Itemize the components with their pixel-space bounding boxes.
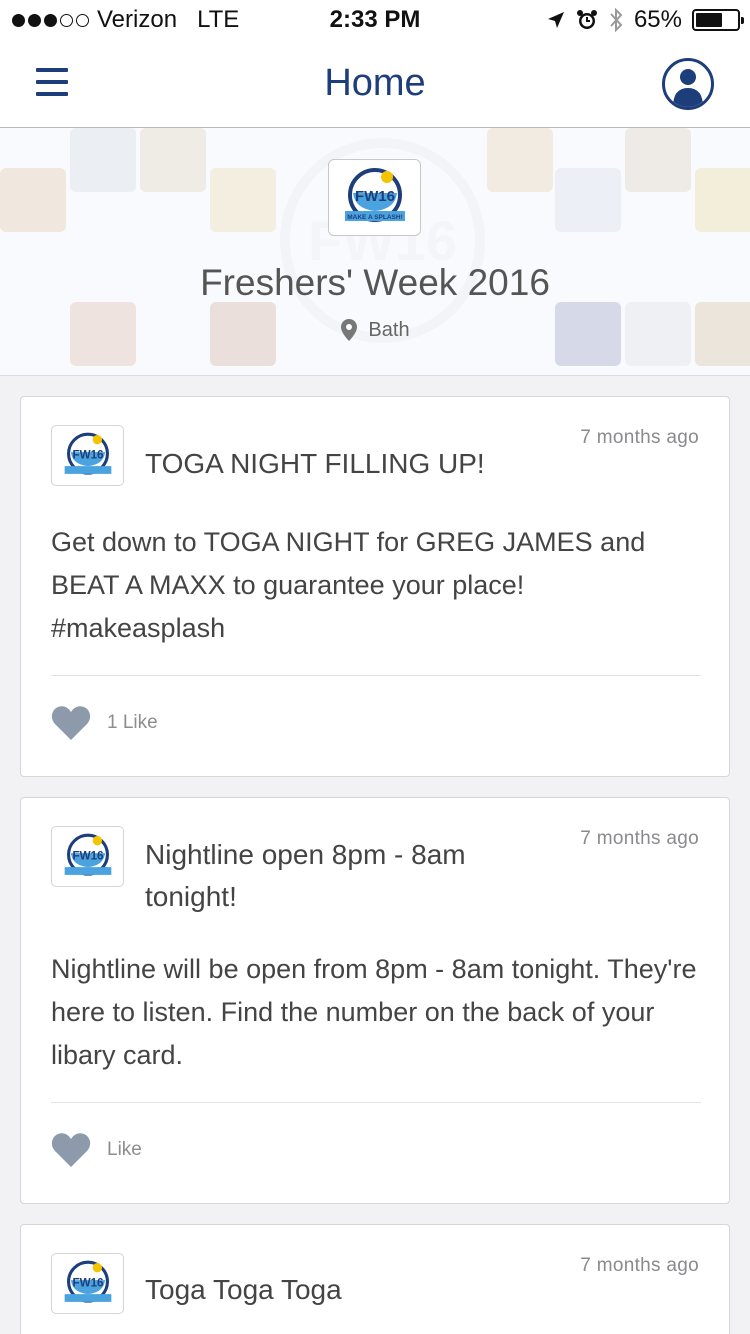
status-right: 65% (546, 6, 744, 34)
svg-text:FW16: FW16 (72, 849, 104, 862)
like-count: Like (107, 1139, 142, 1160)
fw16-logo-icon: FW16 (64, 432, 111, 475)
news-post[interactable]: FW16 TOGA NIGHT FILLING UP! 7 months ago… (20, 396, 730, 777)
post-divider (51, 675, 701, 676)
alarm-icon (576, 10, 597, 29)
post-title: Toga Toga Toga (145, 1274, 342, 1305)
news-post[interactable]: FW16 Nightline open 8pm - 8am tonight! 7… (20, 797, 730, 1204)
post-body: Nightline will be open from 8pm - 8am to… (51, 954, 697, 1070)
event-title: Freshers' Week 2016 (200, 262, 550, 303)
post-timestamp: 7 months ago (580, 1255, 699, 1276)
event-location: Bath (0, 318, 750, 342)
post-body: Get down to TOGA NIGHT for GREG JAMES an… (51, 527, 646, 643)
post-divider (51, 1102, 701, 1103)
like-button[interactable]: 1 Like (51, 705, 158, 741)
fw16-logo-icon: FW16 (64, 833, 111, 876)
navigation-bar: Home (0, 40, 750, 128)
post-timestamp: 7 months ago (580, 427, 699, 448)
bluetooth-icon (610, 7, 623, 33)
page-title: Home (324, 62, 426, 104)
post-timestamp: 7 months ago (580, 828, 699, 849)
post-author-logo: FW16 (51, 425, 124, 486)
fw16-logo-icon: FW16 (64, 1260, 111, 1303)
location-pin-icon (341, 319, 358, 341)
event-logo: FW16 MAKE A SPLASH! (328, 159, 421, 236)
status-bar: Verizon LTE 2:33 PM 65% (0, 0, 750, 40)
like-count: 1 Like (107, 712, 158, 733)
profile-button[interactable] (662, 58, 714, 110)
battery-icon (692, 9, 744, 31)
event-header: FW16 FW16 MAKE A SPLASH! Freshers' Week … (0, 128, 750, 376)
post-title: Nightline open 8pm - 8am tonight! (145, 839, 466, 912)
location-label: Bath (368, 318, 410, 341)
svg-text:FW16: FW16 (354, 188, 394, 205)
location-arrow-icon (547, 12, 564, 28)
like-button[interactable]: Like (51, 1132, 142, 1168)
fw16-logo-icon: FW16 MAKE A SPLASH! (344, 167, 405, 222)
post-author-logo: FW16 (51, 826, 124, 887)
heart-icon (51, 706, 91, 740)
svg-text:MAKE A SPLASH!: MAKE A SPLASH! (347, 214, 403, 221)
heart-icon (51, 1133, 91, 1167)
news-post[interactable]: FW16 Toga Toga Toga 7 months ago (20, 1224, 730, 1334)
svg-text:FW16: FW16 (72, 1276, 104, 1289)
user-avatar-icon (673, 69, 703, 107)
svg-text:FW16: FW16 (72, 448, 104, 461)
post-title: TOGA NIGHT FILLING UP! (145, 448, 485, 479)
battery-percent: 65% (633, 6, 682, 33)
post-author-logo: FW16 (51, 1253, 124, 1314)
